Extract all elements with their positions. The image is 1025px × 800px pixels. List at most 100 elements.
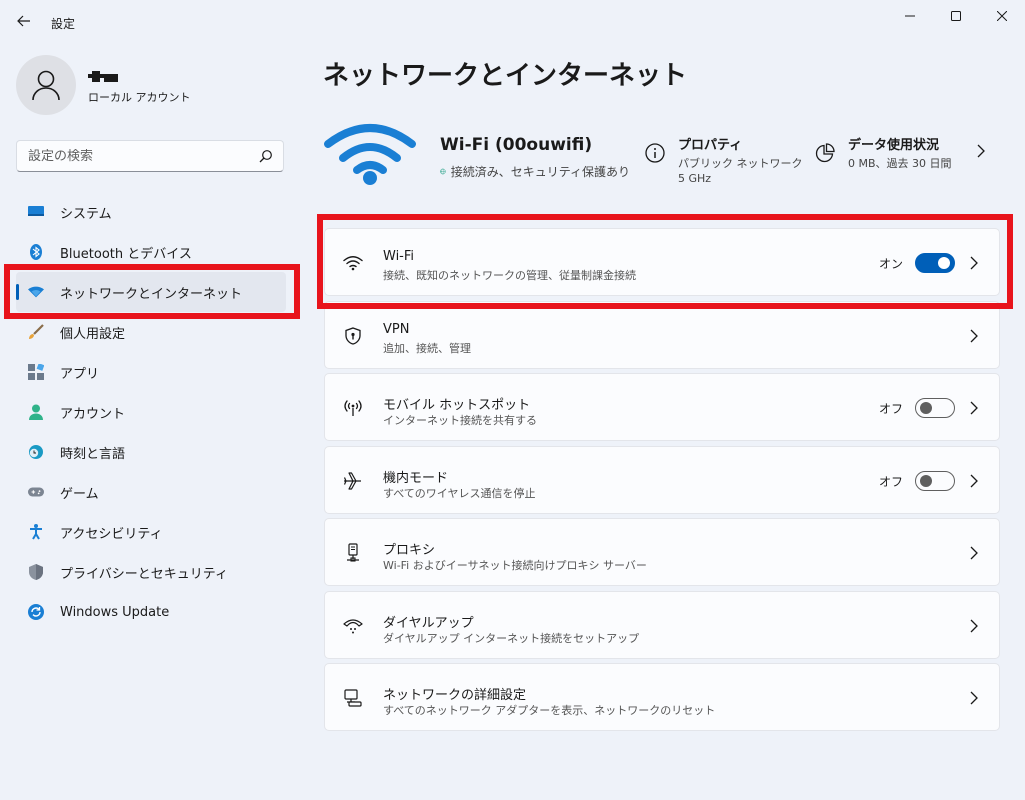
card-subtitle: Wi-Fi およびイーサネット接続向けプロキシ サーバー bbox=[383, 559, 647, 572]
chevron-right-icon bbox=[970, 546, 978, 560]
sidebar-item-gaming[interactable]: ゲーム bbox=[16, 472, 286, 512]
search-icon[interactable] bbox=[259, 149, 273, 163]
airplane-mode-toggle[interactable] bbox=[915, 471, 955, 491]
settings-window: 設定 ローカル アカウント システム Bluetooth とデバイス bbox=[0, 0, 1025, 800]
sidebar-item-accessibility[interactable]: アクセシビリティ bbox=[16, 512, 286, 552]
card-title: モバイル ホットスポット bbox=[383, 398, 531, 413]
sidebar-item-label: 個人用設定 bbox=[60, 326, 126, 342]
network-band: 5 GHz bbox=[678, 172, 712, 185]
clock-globe-icon bbox=[28, 444, 44, 460]
card-subtitle: 接続、既知のネットワークの管理、従量制課金接続 bbox=[383, 269, 636, 282]
chevron-right-icon bbox=[970, 619, 978, 633]
dialup-icon bbox=[343, 616, 363, 636]
toggle-state-label: オフ bbox=[878, 402, 903, 416]
chevron-right-icon[interactable] bbox=[976, 144, 986, 158]
properties-link[interactable]: プロパティ bbox=[678, 134, 742, 153]
minimize-icon bbox=[905, 15, 915, 17]
search-box[interactable] bbox=[16, 140, 284, 172]
card-subtitle: 追加、接続、管理 bbox=[383, 342, 471, 355]
sidebar-item-time-language[interactable]: 時刻と言語 bbox=[16, 432, 286, 472]
sidebar-item-label: プライバシーとセキュリティ bbox=[60, 566, 228, 582]
apps-icon bbox=[28, 364, 44, 380]
sidebar-item-label: ゲーム bbox=[60, 486, 99, 502]
sidebar-item-label: アカウント bbox=[60, 406, 126, 422]
wifi-large-icon bbox=[324, 124, 416, 185]
card-title: ネットワークの詳細設定 bbox=[383, 688, 527, 703]
chevron-right-icon bbox=[970, 401, 978, 415]
sidebar-item-label: システム bbox=[60, 206, 112, 222]
network-profile: パブリック ネットワーク bbox=[678, 157, 803, 170]
globe-icon bbox=[440, 168, 446, 175]
network-icon bbox=[28, 284, 44, 300]
chevron-right-icon bbox=[970, 256, 978, 270]
sidebar-item-apps[interactable]: アプリ bbox=[16, 352, 286, 392]
avatar[interactable] bbox=[16, 55, 76, 115]
card-title: 機内モード bbox=[383, 471, 449, 486]
proxy-card[interactable]: プロキシ Wi-Fi およびイーサネット接続向けプロキシ サーバー bbox=[324, 518, 1000, 586]
sidebar-item-system[interactable]: システム bbox=[16, 192, 286, 232]
account-icon bbox=[28, 404, 44, 420]
sidebar-item-windows-update[interactable]: Windows Update bbox=[16, 592, 286, 632]
gamepad-icon bbox=[28, 484, 44, 500]
airplane-mode-card[interactable]: 機内モード すべてのワイヤレス通信を停止 オフ bbox=[324, 446, 1000, 514]
accessibility-icon bbox=[28, 524, 44, 540]
proxy-icon bbox=[343, 543, 363, 563]
card-subtitle: インターネット接続を共有する bbox=[383, 414, 537, 427]
chevron-right-icon bbox=[970, 329, 978, 343]
system-icon bbox=[28, 204, 44, 220]
sidebar-item-label: アプリ bbox=[60, 366, 100, 382]
bluetooth-icon bbox=[28, 244, 44, 260]
wifi-card[interactable]: Wi-Fi 接続、既知のネットワークの管理、従量制課金接続 オン bbox=[324, 228, 1000, 296]
update-icon bbox=[28, 604, 44, 620]
card-title: ダイヤルアップ bbox=[383, 616, 474, 631]
connection-status-text: 接続済み、セキュリティ保護あり bbox=[450, 165, 630, 179]
airplane-icon bbox=[343, 471, 363, 491]
data-usage-link[interactable]: データ使用状況 bbox=[848, 134, 939, 153]
mobile-hotspot-toggle[interactable] bbox=[915, 398, 955, 418]
close-icon bbox=[997, 11, 1007, 21]
sidebar-nav: システム Bluetooth とデバイス ネットワークとインターネット 個人用設… bbox=[16, 192, 286, 632]
connection-status: 接続済み、セキュリティ保護あり bbox=[440, 163, 630, 180]
chevron-right-icon bbox=[970, 474, 978, 488]
pie-chart-icon[interactable] bbox=[815, 143, 835, 163]
app-title: 設定 bbox=[51, 17, 76, 31]
card-title: VPN bbox=[383, 322, 410, 337]
hotspot-icon bbox=[343, 398, 363, 418]
sidebar-item-bluetooth[interactable]: Bluetooth とデバイス bbox=[16, 232, 286, 272]
minimize-button[interactable] bbox=[887, 2, 933, 30]
mobile-hotspot-card[interactable]: モバイル ホットスポット インターネット接続を共有する オフ bbox=[324, 373, 1000, 441]
sidebar-item-label: アクセシビリティ bbox=[60, 526, 163, 542]
sidebar-item-privacy[interactable]: プライバシーとセキュリティ bbox=[16, 552, 286, 592]
network-name: Wi-Fi (00ouwifi) bbox=[440, 135, 593, 155]
sidebar-item-label: 時刻と言語 bbox=[60, 446, 126, 462]
card-subtitle: すべてのワイヤレス通信を停止 bbox=[383, 487, 536, 500]
card-title: プロキシ bbox=[383, 543, 436, 558]
toggle-state-label: オン bbox=[878, 257, 903, 271]
back-button[interactable] bbox=[10, 8, 38, 34]
data-usage-value: 0 MB、過去 30 日間 bbox=[848, 157, 952, 170]
vpn-shield-icon bbox=[343, 326, 363, 346]
sidebar-item-label: ネットワークとインターネット bbox=[60, 286, 243, 302]
title-bar: 設定 bbox=[0, 0, 1025, 40]
chevron-right-icon bbox=[970, 691, 978, 705]
account-type: ローカル アカウント bbox=[88, 91, 191, 104]
sidebar-item-accounts[interactable]: アカウント bbox=[16, 392, 286, 432]
search-input[interactable] bbox=[28, 148, 248, 164]
sidebar-item-personalization[interactable]: 個人用設定 bbox=[16, 312, 286, 352]
user-name-redacted bbox=[88, 71, 120, 83]
wifi-icon bbox=[343, 253, 363, 273]
advanced-network-card[interactable]: ネットワークの詳細設定 すべてのネットワーク アダプターを表示、ネットワークのリ… bbox=[324, 663, 1000, 731]
advanced-network-icon bbox=[343, 688, 363, 708]
card-subtitle: ダイヤルアップ インターネット接続をセットアップ bbox=[383, 632, 640, 645]
sidebar-item-label: Windows Update bbox=[60, 604, 170, 620]
maximize-button[interactable] bbox=[933, 2, 979, 30]
dialup-card[interactable]: ダイヤルアップ ダイヤルアップ インターネット接続をセットアップ bbox=[324, 591, 1000, 659]
shield-icon bbox=[28, 564, 44, 580]
card-subtitle: すべてのネットワーク アダプターを表示、ネットワークのリセット bbox=[383, 704, 716, 717]
sidebar-item-network[interactable]: ネットワークとインターネット bbox=[16, 272, 286, 312]
wifi-toggle[interactable] bbox=[915, 253, 955, 273]
maximize-icon bbox=[951, 11, 961, 21]
info-icon[interactable] bbox=[645, 143, 665, 163]
vpn-card[interactable]: VPN 追加、接続、管理 bbox=[324, 301, 1000, 369]
close-button[interactable] bbox=[979, 2, 1025, 30]
